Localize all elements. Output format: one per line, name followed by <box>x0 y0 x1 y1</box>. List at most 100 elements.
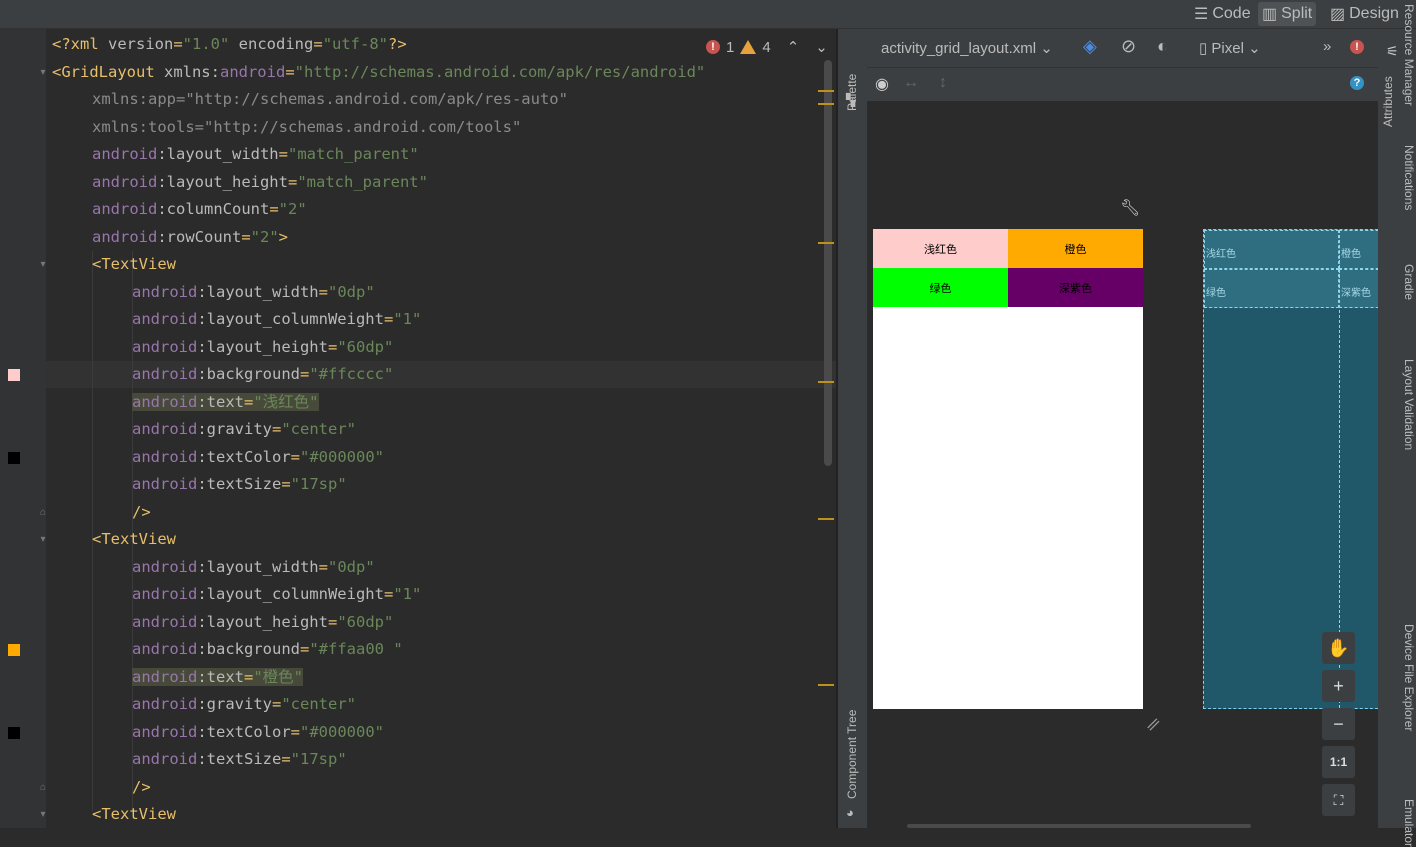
code-line[interactable]: android:background="#ffcccc" <box>132 361 393 388</box>
fold-marker-icon[interactable]: ▾ <box>38 67 48 78</box>
grid-textview[interactable]: 绿色 <box>873 268 1008 307</box>
inspection-widget[interactable]: ! 1 4 ⌃ ⌄ <box>706 36 828 58</box>
eye-icon[interactable]: ◉ <box>875 74 889 94</box>
layout-file-selector[interactable]: activity_grid_layout.xml ⌄ <box>881 39 1053 57</box>
code-line[interactable]: android:background="#ffaa00 " <box>132 636 403 663</box>
notifications-tab[interactable]: Notifications <box>1402 145 1416 210</box>
code-line[interactable]: xmlns:tools="http://schemas.android.com/… <box>92 114 521 141</box>
code-token: "1.0" <box>182 35 230 53</box>
layers-icon[interactable]: ◈ <box>1083 36 1097 57</box>
grid-textview[interactable]: 浅红色 <box>873 229 1008 268</box>
blueprint-textview[interactable]: 橙色 <box>1339 230 1378 269</box>
code-line[interactable]: <TextView <box>92 801 176 828</box>
code-line[interactable]: android:layout_columnWeight="1" <box>132 581 421 608</box>
code-line[interactable]: android:layout_width="0dp" <box>132 554 375 581</box>
resource-manager-tab[interactable]: Resource Manager <box>1402 4 1416 106</box>
attributes-tab[interactable]: Attributes <box>1381 76 1395 127</box>
blueprint-textview[interactable]: 绿色 <box>1204 269 1339 308</box>
color-swatch-icon[interactable] <box>8 369 20 381</box>
code-token: "0dp" <box>328 282 375 301</box>
warning-marker[interactable] <box>818 684 834 686</box>
fold-marker-icon[interactable]: ⌂ <box>38 507 48 518</box>
code-mode-button[interactable]: ☰ Code <box>1190 2 1255 26</box>
gradle-tab[interactable]: Gradle <box>1402 264 1416 300</box>
code-line[interactable]: <TextView <box>92 526 176 553</box>
fold-marker-icon[interactable]: ▾ <box>38 535 48 545</box>
warning-marker[interactable] <box>818 103 834 105</box>
code-mode-label: Code <box>1212 5 1251 22</box>
editor-vertical-scrollbar[interactable] <box>824 60 832 466</box>
emulator-tab[interactable]: Emulator <box>1402 799 1416 847</box>
chevron-down-icon[interactable]: ⌄ <box>815 38 828 56</box>
canvas-horizontal-scrollbar[interactable] <box>907 824 1251 828</box>
design-mode-button[interactable]: ▨ Design <box>1326 2 1403 26</box>
device-file-explorer-tab[interactable]: Device File Explorer <box>1402 624 1416 731</box>
code-line[interactable]: xmlns:app="http://schemas.android.com/ap… <box>92 86 568 113</box>
code-token: "http://schemas.android.com/apk/res-auto… <box>185 90 568 108</box>
code-line[interactable]: android:gravity="center" <box>132 416 356 443</box>
color-swatch-icon[interactable] <box>8 726 20 739</box>
color-swatch-icon[interactable] <box>8 451 20 464</box>
xml-code-editor[interactable]: <?xml version="1.0" encoding="utf-8"?> <G… <box>46 29 836 828</box>
warning-marker[interactable] <box>818 518 834 520</box>
code-line[interactable]: android:layout_width="match_parent" <box>92 141 419 168</box>
zoom-out-icon[interactable]: − <box>1322 708 1355 740</box>
code-token: android <box>132 365 198 383</box>
wrench-icon[interactable]: 🔧︎ <box>1120 198 1140 218</box>
code-token: :layout_height <box>197 337 328 356</box>
warning-count: 4 <box>762 38 771 56</box>
more-options-icon[interactable]: » <box>1323 38 1331 55</box>
zoom-actual-size-button[interactable]: 1:1 <box>1322 746 1355 778</box>
code-line[interactable]: android:textColor="#000000" <box>132 719 384 746</box>
code-line[interactable]: <TextView <box>92 251 176 278</box>
code-line[interactable]: android:layout_width="0dp" <box>132 279 375 306</box>
error-indicator-icon[interactable]: ! <box>1350 40 1364 54</box>
resize-handle-icon[interactable]: ═ <box>1141 713 1165 737</box>
layout-validation-tab[interactable]: Layout Validation <box>1402 359 1416 450</box>
design-canvas[interactable]: 🔧︎ 浅红色 橙色 绿色 深紫色 浅红色 橙色 绿色 深紫色 ═ ✋ + − 1:1 ⛶ <box>867 102 1378 828</box>
warning-marker[interactable] <box>818 381 834 383</box>
zoom-in-icon[interactable]: + <box>1322 670 1355 702</box>
vertical-resize-icon[interactable]: ↕ <box>939 74 947 92</box>
pan-hand-icon[interactable]: ✋ <box>1322 632 1355 664</box>
code-line[interactable]: /> <box>132 774 151 801</box>
night-mode-icon[interactable]: ◐ <box>1157 36 1168 57</box>
device-selector[interactable]: ▯ Pixel ⌄ <box>1199 39 1261 57</box>
code-line[interactable]: android:text="浅红色" <box>132 389 319 416</box>
blueprint-textview[interactable]: 深紫色 <box>1339 269 1378 308</box>
phone-preview[interactable]: 浅红色 橙色 绿色 深紫色 <box>873 229 1143 709</box>
horizontal-resize-icon[interactable]: ↔ <box>903 74 919 92</box>
warning-marker[interactable] <box>818 90 834 92</box>
code-line[interactable]: android:layout_height="60dp" <box>132 609 393 636</box>
fold-marker-icon[interactable]: ▾ <box>38 260 48 270</box>
code-line[interactable]: android:layout_height="60dp" <box>132 334 393 361</box>
fold-marker-icon[interactable]: ⌂ <box>38 782 48 793</box>
fold-marker-icon[interactable]: ▾ <box>38 810 48 820</box>
code-line[interactable]: android:columnCount="2" <box>92 196 307 223</box>
code-line[interactable]: <?xml version="1.0" encoding="utf-8"?> <box>52 31 407 58</box>
blueprint-textview[interactable]: 浅红色 <box>1204 230 1339 269</box>
grid-textview[interactable]: 深紫色 <box>1008 268 1143 307</box>
code-line[interactable]: android:textSize="17sp" <box>132 746 347 773</box>
orientation-icon[interactable]: ⊘ <box>1121 36 1136 57</box>
code-line[interactable]: android:layout_columnWeight="1" <box>132 306 421 333</box>
split-mode-button[interactable]: ▥ Split <box>1258 2 1317 26</box>
help-icon[interactable]: ? <box>1350 76 1364 90</box>
code-line[interactable]: android:layout_height="match_parent" <box>92 169 428 196</box>
color-swatch-icon[interactable] <box>8 644 20 656</box>
code-line[interactable]: android:textColor="#000000" <box>132 444 384 471</box>
code-line[interactable]: /> <box>132 499 151 526</box>
right-tool-strip: ⚟ Attributes Resource Manager Notificati… <box>1378 4 1416 847</box>
code-line[interactable]: android:rowCount="2"> <box>92 224 288 251</box>
component-tree-tab[interactable]: Component Tree <box>845 710 859 799</box>
code-line[interactable]: <GridLayout xmlns:android="http://schema… <box>52 59 705 86</box>
zoom-fit-icon[interactable]: ⛶ <box>1322 784 1355 816</box>
code-line[interactable]: android:text="橙色" <box>132 664 304 691</box>
code-token: "match_parent" <box>288 145 419 163</box>
grid-textview[interactable]: 橙色 <box>1008 229 1143 268</box>
code-line[interactable]: android:textSize="17sp" <box>132 471 347 498</box>
code-token: android <box>219 62 286 81</box>
code-line[interactable]: android:gravity="center" <box>132 691 356 718</box>
warning-marker[interactable] <box>818 242 834 244</box>
chevron-up-icon[interactable]: ⌃ <box>787 38 800 56</box>
